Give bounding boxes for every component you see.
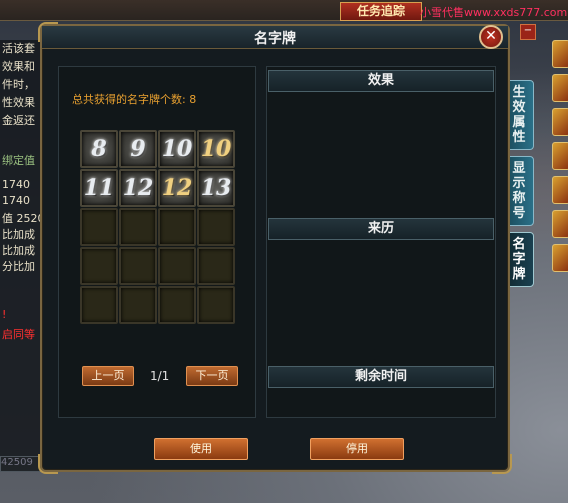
empty-plate-slot[interactable]	[80, 208, 118, 246]
empty-plate-slot[interactable]	[119, 208, 157, 246]
bag-icon[interactable]	[552, 74, 568, 102]
name-plate-slot[interactable]: 12	[158, 169, 196, 207]
empty-plate-slot[interactable]	[80, 286, 118, 324]
effect-section-header: 效果	[268, 70, 494, 92]
left-info-line: 件时，	[2, 78, 35, 91]
activity-icon[interactable]	[552, 40, 568, 68]
gift-icon[interactable]	[552, 108, 568, 136]
left-info-line: 绑定值	[2, 154, 35, 167]
left-info-line: 比加成	[2, 228, 35, 241]
minimize-button[interactable]: −	[520, 24, 536, 40]
name-plate-slot[interactable]: 13	[197, 169, 235, 207]
plate-count-text: 总共获得的名字牌个数: 8	[72, 93, 197, 106]
use-button[interactable]: 使用	[154, 438, 248, 460]
watermark-text: 小雪代售www.xxds777.com	[420, 6, 568, 19]
mall-icon[interactable]	[552, 244, 568, 272]
name-plate-window: 名字牌 ✕ 总共获得的名字牌个数: 8 8 9 10 10 11 12 12 13 上一页 1…	[38, 22, 512, 474]
name-plate-slot[interactable]: 12	[119, 169, 157, 207]
name-plate-level: 12	[122, 175, 154, 201]
close-button[interactable]: ✕	[479, 25, 503, 49]
name-plate-level: 10	[200, 136, 232, 162]
left-info-line: 1740	[2, 178, 30, 191]
empty-plate-slot[interactable]	[158, 286, 196, 324]
left-info-line: 效果和	[2, 60, 35, 73]
empty-plate-slot[interactable]	[119, 247, 157, 285]
task-tracker-button[interactable]: 任务追踪	[340, 2, 422, 21]
empty-plate-slot[interactable]	[119, 286, 157, 324]
remaining-time-section-header: 剩余时间	[268, 366, 494, 388]
name-plate-level: 8	[91, 136, 107, 162]
ranking-icon[interactable]	[552, 142, 568, 170]
left-info-line: 性效果	[2, 96, 35, 109]
side-icon-bar	[552, 40, 568, 278]
left-info-line: 分比加	[2, 260, 35, 273]
left-info-line: !	[2, 308, 7, 321]
name-plate-slot[interactable]: 10	[158, 130, 196, 168]
disable-button[interactable]: 停用	[310, 438, 404, 460]
left-info-line: 金返还	[2, 114, 35, 127]
name-plate-level: 11	[83, 175, 115, 201]
origin-section-header: 来历	[268, 218, 494, 240]
window-title: 名字牌	[254, 31, 296, 47]
shop-icon[interactable]	[552, 176, 568, 204]
left-info-line: 活该套	[2, 42, 35, 55]
name-plate-level: 12	[161, 175, 193, 201]
name-plate-slot[interactable]: 8	[80, 130, 118, 168]
empty-plate-slot[interactable]	[197, 208, 235, 246]
left-info-line: 启同等	[2, 328, 35, 341]
empty-plate-slot[interactable]	[80, 247, 118, 285]
empty-plate-slot[interactable]	[197, 247, 235, 285]
frame-corner-ornament	[492, 454, 512, 474]
name-plate-slot[interactable]: 10	[197, 130, 235, 168]
empty-plate-slot[interactable]	[158, 208, 196, 246]
name-plate-slot[interactable]: 9	[119, 130, 157, 168]
empty-plate-slot[interactable]	[197, 286, 235, 324]
event-icon[interactable]	[552, 210, 568, 238]
page-indicator: 1/1	[150, 369, 170, 383]
prev-page-button[interactable]: 上一页	[82, 366, 134, 386]
left-info-line: 比加成	[2, 244, 35, 257]
name-plate-slot[interactable]: 11	[80, 169, 118, 207]
next-page-button[interactable]: 下一页	[186, 366, 238, 386]
frame-corner-ornament	[38, 454, 58, 474]
left-info-line: 1740	[2, 194, 30, 207]
name-plate-level: 13	[200, 175, 232, 201]
empty-plate-slot[interactable]	[158, 247, 196, 285]
name-plate-level: 9	[130, 136, 146, 162]
left-info-line: 值 2520	[2, 212, 45, 225]
name-plate-level: 10	[161, 136, 193, 162]
window-titlebar: 名字牌	[42, 26, 508, 49]
